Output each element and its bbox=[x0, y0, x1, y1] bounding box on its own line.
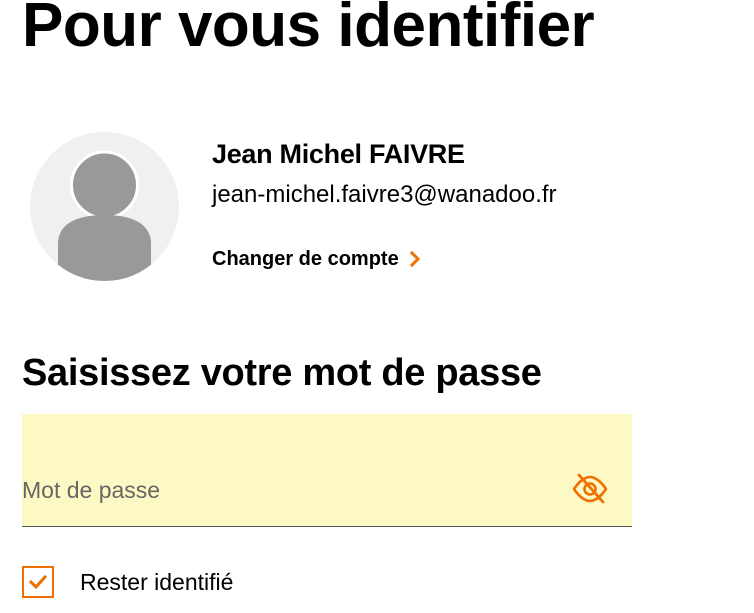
stay-logged-label: Rester identifié bbox=[80, 569, 234, 595]
password-section-title: Saisissez votre mot de passe bbox=[22, 352, 542, 394]
stay-logged-option: Rester identifié bbox=[22, 566, 233, 598]
login-page: Pour vous identifier Jean Michel FAIVRE … bbox=[0, 0, 754, 613]
eye-slash-icon[interactable] bbox=[571, 472, 609, 504]
change-account-link[interactable]: Changer de compte bbox=[212, 245, 421, 273]
avatar bbox=[30, 132, 179, 281]
checkmark-icon bbox=[29, 575, 47, 589]
stay-logged-checkbox[interactable] bbox=[22, 566, 54, 598]
account-name: Jean Michel FAIVRE bbox=[212, 139, 465, 169]
password-field bbox=[22, 414, 632, 527]
user-silhouette-icon bbox=[58, 150, 151, 281]
change-account-label: Changer de compte bbox=[212, 248, 399, 270]
page-title: Pour vous identifier bbox=[22, 0, 595, 60]
password-input[interactable] bbox=[22, 470, 552, 510]
chevron-right-icon bbox=[409, 251, 420, 267]
account-email: jean-michel.faivre3@wanadoo.fr bbox=[212, 181, 557, 208]
